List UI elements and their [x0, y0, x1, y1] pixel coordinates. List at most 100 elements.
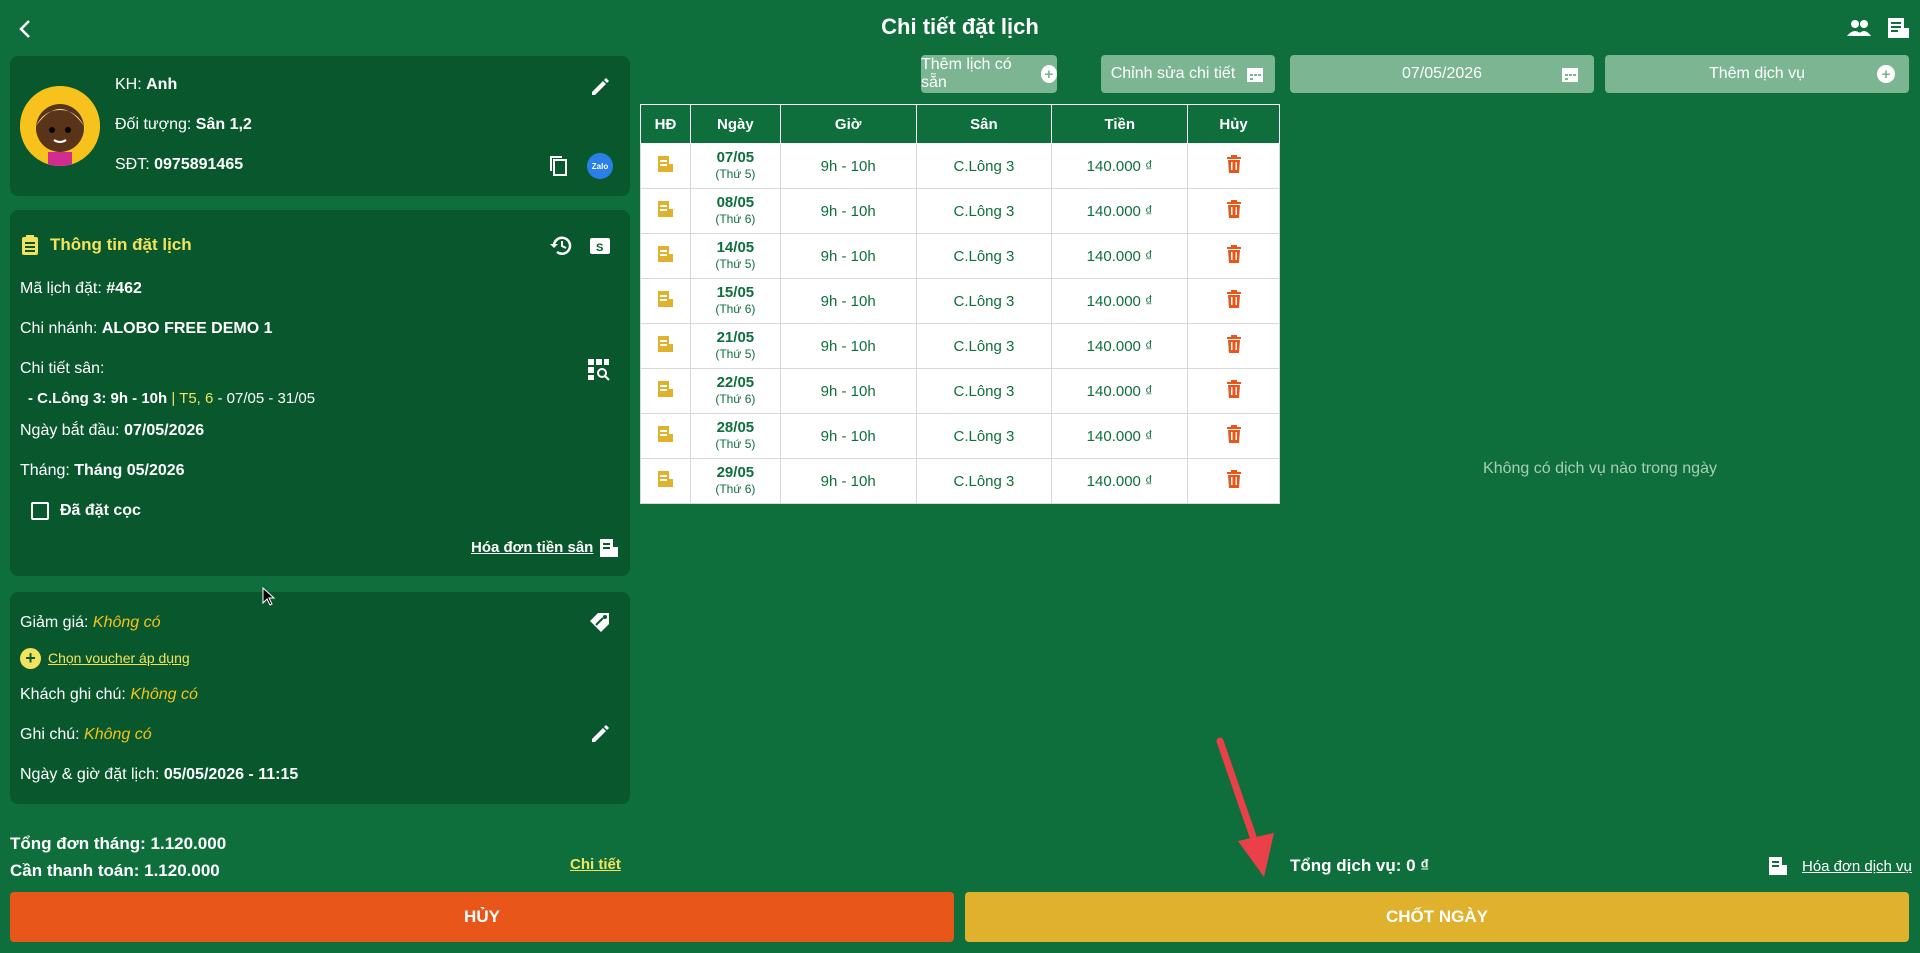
court-cell: C.Lông 3 [915, 323, 1053, 369]
court-cell: C.Lông 3 [915, 188, 1053, 234]
court-detail-line: - C.Lông 3: 9h - 10h | T5, 6 - 07/05 - 3… [28, 390, 316, 407]
choose-voucher-link[interactable]: Chọn voucher áp dụng [48, 650, 190, 666]
services-total: Tổng dịch vụ: 0 ₫ [1290, 856, 1430, 875]
invoice-icon[interactable] [656, 289, 674, 309]
edit-note-button[interactable] [587, 720, 613, 746]
trash-icon[interactable] [1225, 334, 1243, 354]
court-invoice-link[interactable]: Hóa đơn tiền sân [471, 539, 593, 556]
avatar [20, 86, 100, 166]
court-grid-button[interactable] [585, 356, 611, 382]
delete-cell[interactable] [1187, 413, 1280, 459]
price-cell: 140.000 ₫ [1051, 413, 1189, 459]
add-schedule-button[interactable]: Thêm lịch có sẵn + [921, 55, 1057, 93]
delete-cell[interactable] [1187, 458, 1280, 504]
users-icon [1847, 20, 1871, 36]
table-row: 22/05 (Thứ 6) 9h - 10h C.Lông 3 140.000 ₫ [640, 368, 1280, 414]
booking-code: Mã lịch đặt: #462 [20, 280, 142, 297]
date-picker[interactable]: 07/05/2026 [1290, 55, 1594, 93]
court-cell: C.Lông 3 [915, 458, 1053, 504]
court-cell: C.Lông 3 [915, 278, 1053, 324]
invoice-cell[interactable] [640, 413, 691, 459]
invoice-cell[interactable] [640, 323, 691, 369]
deposit-checkbox[interactable] [31, 502, 49, 520]
sms-icon: S [590, 238, 610, 254]
history-icon [550, 236, 572, 255]
invoice-icon[interactable] [656, 379, 674, 399]
date-cell: 07/05 (Thứ 5) [689, 143, 781, 189]
court-cell: C.Lông 3 [915, 413, 1053, 459]
invoice-icon[interactable] [656, 154, 674, 174]
col-header-date: Ngày [689, 104, 781, 144]
date-cell: 14/05 (Thứ 5) [689, 233, 781, 279]
zalo-icon: Zalo [591, 161, 609, 171]
zalo-button[interactable]: Zalo [587, 153, 613, 179]
delete-cell[interactable] [1187, 323, 1280, 369]
trash-icon[interactable] [1225, 289, 1243, 309]
trash-icon[interactable] [1225, 379, 1243, 399]
invoice-header-button[interactable] [1884, 14, 1912, 42]
service-invoice-link[interactable]: Hóa đơn dịch vụ [1802, 858, 1912, 875]
time-cell: 9h - 10h [779, 143, 917, 189]
to-pay-total: Cần thanh toán: 1.120.000 [10, 861, 220, 880]
plus-circle-icon: + [20, 648, 41, 669]
tag-icon [590, 613, 609, 632]
court-detail-label: Chi tiết sân: [20, 360, 105, 377]
trash-icon[interactable] [1225, 469, 1243, 489]
trash-icon[interactable] [1225, 154, 1243, 174]
invoice-icon[interactable] [656, 424, 674, 444]
discount-button[interactable] [587, 608, 613, 634]
time-cell: 9h - 10h [779, 233, 917, 279]
sms-button[interactable]: S [587, 233, 613, 259]
delete-cell[interactable] [1187, 368, 1280, 414]
invoice-cell[interactable] [640, 458, 691, 504]
cancel-button[interactable]: HỦY [10, 892, 954, 942]
time-cell: 9h - 10h [779, 458, 917, 504]
price-cell: 140.000 ₫ [1051, 323, 1189, 369]
customer-card [10, 56, 630, 196]
copy-phone-button[interactable] [546, 153, 572, 179]
customers-button[interactable] [1845, 14, 1873, 42]
col-header-price: Tiền [1051, 104, 1189, 144]
pencil-icon [592, 725, 609, 742]
invoice-cell[interactable] [640, 368, 691, 414]
confirm-day-button[interactable]: CHỐT NGÀY [965, 892, 1909, 942]
table-row: 08/05 (Thứ 6) 9h - 10h C.Lông 3 140.000 ₫ [640, 188, 1280, 234]
invoice-cell[interactable] [640, 233, 691, 279]
add-service-button[interactable]: Thêm dịch vụ + [1605, 55, 1909, 93]
calendar-icon [1247, 68, 1264, 82]
trash-icon[interactable] [1225, 199, 1243, 219]
invoice-cell[interactable] [640, 278, 691, 324]
total-detail-link[interactable]: Chi tiết [570, 856, 621, 873]
invoice-icon[interactable] [656, 334, 674, 354]
table-row: 29/05 (Thứ 6) 9h - 10h C.Lông 3 140.000 ₫ [640, 458, 1280, 504]
time-cell: 9h - 10h [779, 323, 917, 369]
invoice-cell[interactable] [640, 143, 691, 189]
delete-cell[interactable] [1187, 233, 1280, 279]
invoice-icon[interactable] [656, 469, 674, 489]
price-cell: 140.000 ₫ [1051, 188, 1189, 234]
time-cell: 9h - 10h [779, 368, 917, 414]
date-cell: 08/05 (Thứ 6) [689, 188, 781, 234]
trash-icon[interactable] [1225, 244, 1243, 264]
deposit-label: Đã đặt cọc [60, 502, 141, 519]
history-button[interactable] [548, 233, 574, 259]
invoice-icon[interactable] [656, 199, 674, 219]
price-cell: 140.000 ₫ [1051, 458, 1189, 504]
edit-detail-button[interactable]: Chỉnh sửa chi tiết [1101, 55, 1275, 93]
edit-customer-button[interactable] [587, 73, 613, 99]
court-cell: C.Lông 3 [915, 233, 1053, 279]
court-cell: C.Lông 3 [915, 143, 1053, 189]
col-header-invoice: HĐ [640, 104, 691, 144]
table-row: 21/05 (Thứ 5) 9h - 10h C.Lông 3 140.000 ₫ [640, 323, 1280, 369]
delete-cell[interactable] [1187, 143, 1280, 189]
trash-icon[interactable] [1225, 424, 1243, 444]
annotation-arrow [1216, 737, 1274, 877]
delete-cell[interactable] [1187, 278, 1280, 324]
invoice-cell[interactable] [640, 188, 691, 234]
court-cell: C.Lông 3 [915, 368, 1053, 414]
customer-note: Khách ghi chú: Không có [20, 686, 198, 703]
invoice-icon[interactable] [656, 244, 674, 264]
pencil-icon [592, 78, 609, 95]
receipt-icon [1888, 18, 1909, 38]
delete-cell[interactable] [1187, 188, 1280, 234]
